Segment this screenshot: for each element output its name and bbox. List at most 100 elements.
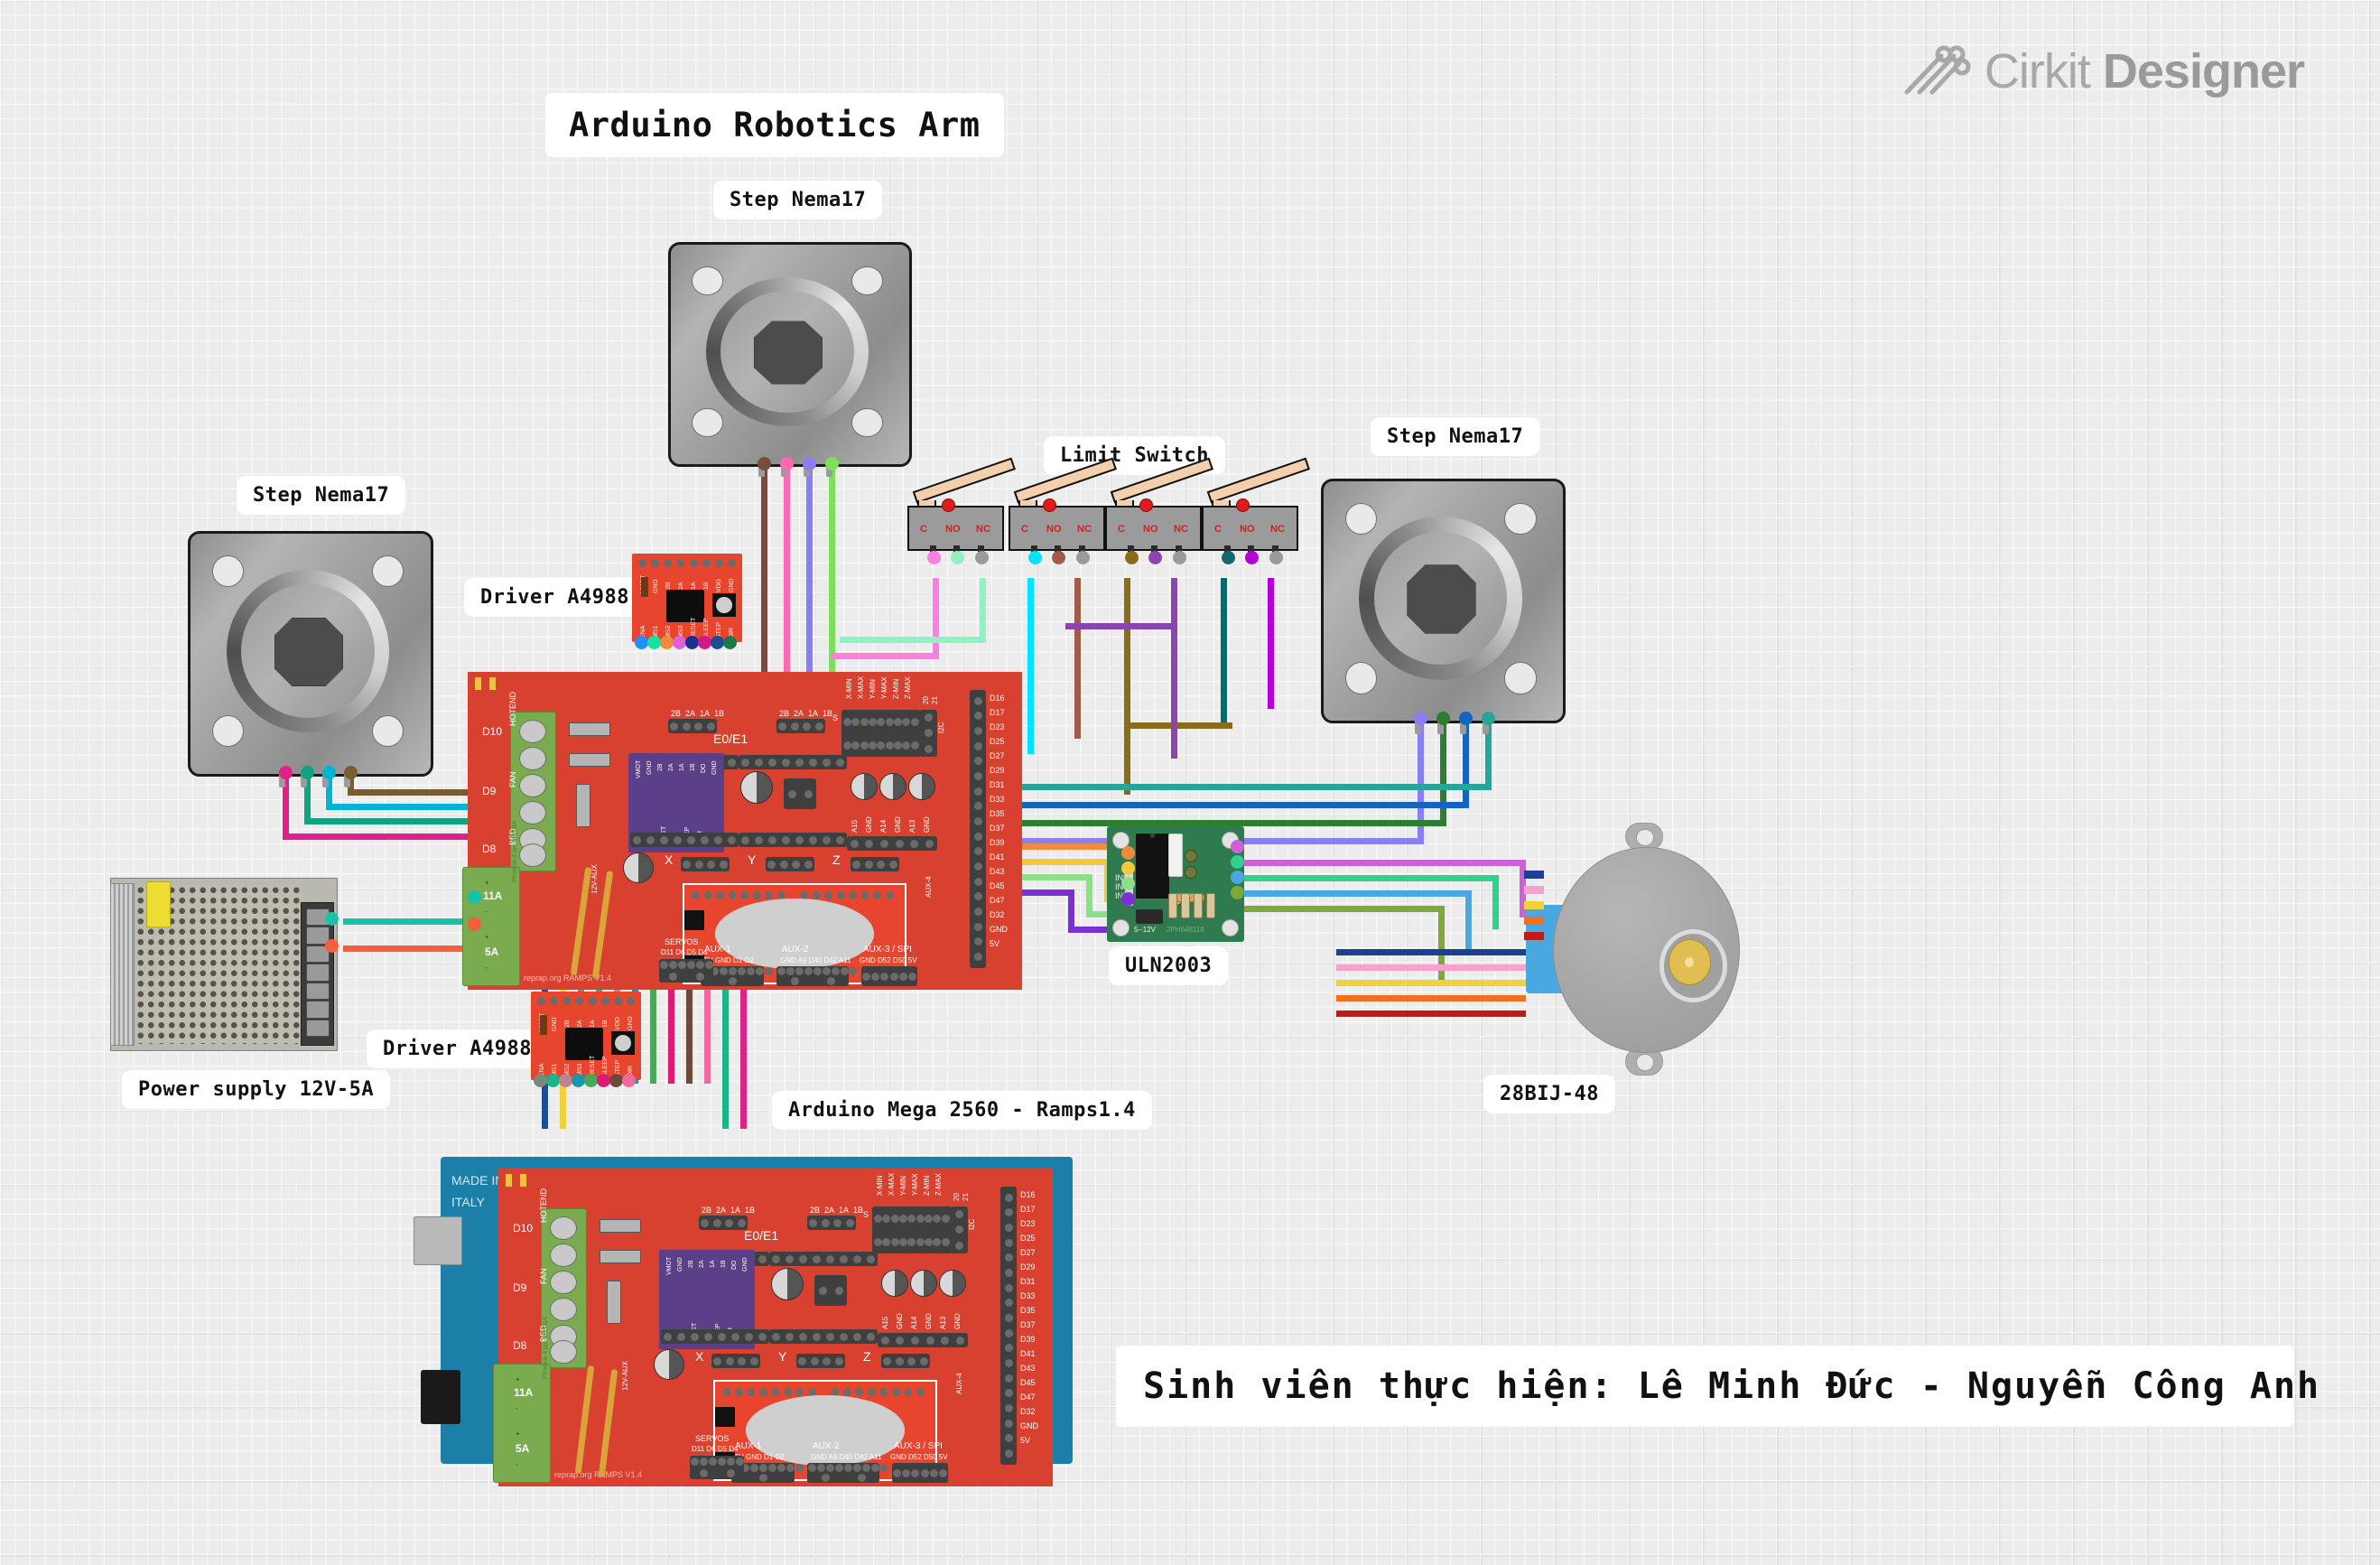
wire-endpoint [1269, 551, 1283, 564]
current-trimpot[interactable] [712, 593, 736, 617]
wire [1221, 578, 1227, 722]
mount-hole [1344, 502, 1377, 535]
label-d8: D8 [482, 843, 497, 855]
endstop-header-block[interactable] [872, 1206, 952, 1253]
silk-made-in: MADE IN [451, 1173, 505, 1188]
power-input-terminal[interactable]: + 11A - + 5A - Phoenix 4 pin MSTBA [493, 1318, 551, 1483]
motor-header-e0[interactable] [699, 1216, 748, 1230]
motor-header-e0[interactable] [668, 719, 717, 733]
mount-hole [1112, 919, 1130, 936]
analog-header[interactable] [847, 836, 937, 851]
aux4-pin-label: D27 [990, 751, 1005, 760]
ramps-board-top[interactable]: D10 D9 D8 HOTEND FAN BED 2B 2A 1A 1B 2B … [462, 672, 1022, 990]
limit-switch-1[interactable]: C NO NC [907, 457, 1016, 586]
wire-endpoint [597, 1074, 610, 1087]
driver-a4988-top[interactable]: VMOT GND 2B 2A 1A 1B VDD GND ENA MS1 MS2… [632, 554, 742, 642]
wire [343, 918, 469, 925]
wire [1011, 784, 1491, 790]
aux4-header[interactable] [1000, 1187, 1017, 1465]
wire-endpoint [1414, 712, 1427, 725]
wire [840, 637, 986, 643]
motor-header-e1[interactable] [807, 1216, 856, 1230]
aux4-pin-label: D25 [990, 737, 1005, 746]
motor-header-z[interactable] [881, 1354, 930, 1368]
wire-endpoint [1231, 855, 1244, 869]
driver-a4988-bottom[interactable]: VMOT GND 2B 2A 1A 1B VDD GND ENA MS1 MS2… [531, 992, 641, 1080]
label-21: 21 [931, 696, 939, 704]
label-z: Z [863, 1349, 871, 1364]
mount-hole [1504, 662, 1537, 694]
pin-1b: 1B [602, 1020, 609, 1028]
wire-endpoint [325, 912, 339, 926]
limit-switch-4[interactable]: C NO NC [1202, 457, 1310, 586]
motor-header-y[interactable] [796, 1354, 845, 1368]
endstop-header-block[interactable] [841, 710, 921, 757]
pin-gnd2: GND [729, 578, 735, 592]
current-trimpot[interactable] [611, 1031, 635, 1055]
stepper-28byj48[interactable] [1524, 822, 1752, 1076]
aux4-header[interactable] [970, 690, 986, 968]
cirkit-designer-logo: Cirkit Designer [1901, 43, 2305, 99]
driver-socket-bottom[interactable] [661, 1329, 769, 1344]
stepper-motor-right[interactable] [1321, 479, 1566, 734]
label-d10: D10 [482, 725, 503, 738]
label-gnd3: GND [953, 1313, 962, 1329]
aux4-pin-label: D45 [990, 881, 1005, 890]
a4988-top-pins [636, 556, 739, 570]
motor-header-e1[interactable] [776, 719, 825, 733]
aux4-pin-label: D43 [1020, 1364, 1036, 1373]
ramps-board-bottom[interactable]: D10 D9 D8 HOTEND FAN BED 2B 2A 1A 1B 2B … [493, 1169, 1053, 1486]
usb-port[interactable] [414, 1216, 462, 1265]
driver-socket-top2[interactable] [739, 755, 847, 769]
barrel-jack[interactable] [421, 1370, 460, 1424]
power-terminal[interactable] [1136, 909, 1163, 924]
label-a15: A15 [881, 1316, 889, 1329]
wire-endpoint [1076, 551, 1090, 564]
wire-endpoint [325, 939, 339, 953]
motor-header-z[interactable] [851, 857, 899, 871]
label-mstba: Phoenix 4 pin MSTBA [512, 820, 518, 882]
power-supply[interactable] [110, 878, 338, 1051]
hdr-e1-labels: 2B 2A 1A 1B [779, 709, 833, 718]
driver-socket-bottom[interactable] [630, 833, 739, 847]
label-y: Y [778, 1349, 787, 1364]
label-hotend: HOTEND [508, 692, 517, 726]
pin-gnd2: GND [628, 1016, 634, 1030]
terminal-nc: NC [1174, 524, 1188, 535]
i2c-header[interactable] [950, 1206, 968, 1253]
mosfet [607, 1281, 621, 1324]
label-fan: FAN [539, 1268, 548, 1284]
cap [879, 773, 906, 800]
psu-yellow-label [146, 880, 171, 928]
motor-header-y[interactable] [766, 857, 814, 871]
wire-endpoint [322, 766, 336, 779]
driver-socket-bottom2[interactable] [739, 833, 847, 847]
label-21: 21 [962, 1193, 970, 1201]
resistor [1181, 893, 1190, 918]
uln2003-board[interactable]: IN5 IN6 IN7 5--12V 2PH648118 [1107, 826, 1244, 942]
label-mstba: Phoenix 4 pin MSTBA [543, 1317, 549, 1379]
motor-header-x[interactable] [711, 1354, 760, 1368]
stepper-motor-top[interactable] [668, 242, 912, 477]
aux4-pin-label: D32 [990, 910, 1005, 919]
driver-socket-top2[interactable] [769, 1252, 878, 1266]
aux4-pin-label: D39 [1020, 1335, 1036, 1344]
motor-connector[interactable] [1168, 834, 1183, 877]
limit-switch-2[interactable]: C NO NC [1009, 457, 1117, 586]
motor-header-x[interactable] [681, 857, 730, 871]
wire [1268, 578, 1274, 709]
label-aux1: AUX-1 [735, 1441, 762, 1451]
stepper-motor-left[interactable] [188, 531, 433, 787]
i2c-header[interactable] [919, 710, 937, 757]
wire-endpoint [559, 1074, 572, 1087]
label-fan: FAN [508, 771, 517, 787]
analog-header[interactable] [878, 1333, 968, 1347]
limit-switch-3[interactable]: C NO NC [1105, 457, 1213, 586]
driver-socket-bottom2[interactable] [769, 1329, 878, 1344]
jumper-block[interactable] [814, 1275, 847, 1306]
wire [1124, 578, 1130, 795]
label-aux3-top: GND D52 D50 5V [860, 956, 917, 964]
jumper-block[interactable] [784, 778, 816, 809]
jumper-wire [598, 1369, 618, 1477]
motor-hub [1407, 564, 1476, 634]
